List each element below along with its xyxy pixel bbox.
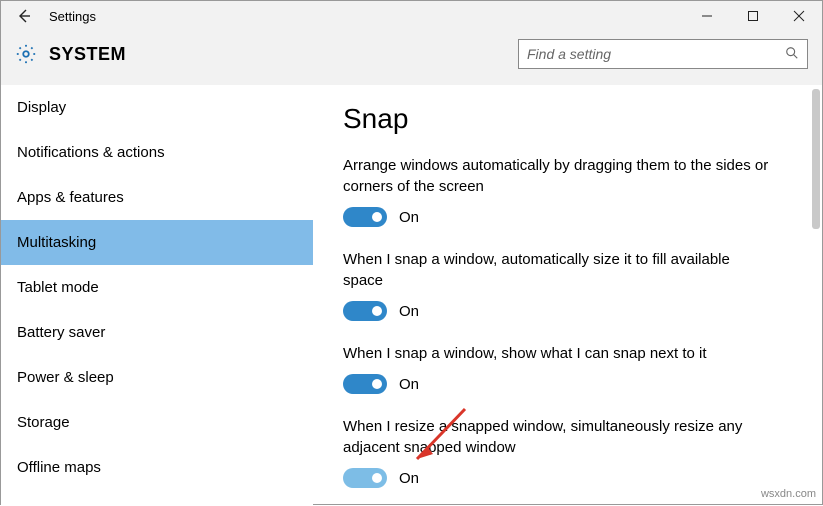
page-title: SYSTEM bbox=[49, 44, 126, 65]
search-icon bbox=[785, 46, 799, 63]
sidebar-item-display[interactable]: Display bbox=[1, 85, 313, 130]
option-row: When I snap a window, automatically size… bbox=[343, 249, 792, 321]
window-title: Settings bbox=[49, 9, 96, 24]
toggle-switch[interactable] bbox=[343, 468, 387, 488]
option-row: Arrange windows automatically by draggin… bbox=[343, 155, 792, 227]
option-label: When I snap a window, show what I can sn… bbox=[343, 343, 773, 364]
title-bar: Settings bbox=[1, 1, 822, 31]
sidebar: Display Notifications & actions Apps & f… bbox=[1, 85, 313, 506]
option-row: When I snap a window, show what I can sn… bbox=[343, 343, 792, 394]
search-placeholder: Find a setting bbox=[527, 46, 611, 62]
maximize-button[interactable] bbox=[730, 1, 776, 31]
sidebar-item-label: Battery saver bbox=[17, 324, 105, 341]
section-heading-snap: Snap bbox=[343, 103, 792, 135]
option-label: Arrange windows automatically by draggin… bbox=[343, 155, 773, 197]
toggle-switch[interactable] bbox=[343, 374, 387, 394]
sidebar-item-power[interactable]: Power & sleep bbox=[1, 355, 313, 400]
sidebar-item-label: Notifications & actions bbox=[17, 144, 165, 161]
sidebar-item-apps[interactable]: Apps & features bbox=[1, 175, 313, 220]
window-buttons bbox=[684, 1, 822, 31]
sidebar-item-storage[interactable]: Storage bbox=[1, 400, 313, 445]
sidebar-item-label: Power & sleep bbox=[17, 369, 114, 386]
sidebar-item-multitasking[interactable]: Multitasking bbox=[1, 220, 313, 265]
sidebar-item-label: Tablet mode bbox=[17, 279, 99, 296]
sidebar-item-label: Storage bbox=[17, 414, 70, 431]
sidebar-item-notifications[interactable]: Notifications & actions bbox=[1, 130, 313, 175]
scrollbar-thumb[interactable] bbox=[812, 89, 820, 229]
toggle-switch[interactable] bbox=[343, 207, 387, 227]
toggle-state-label: On bbox=[399, 209, 419, 226]
sidebar-item-label: Apps & features bbox=[17, 189, 124, 206]
sidebar-item-label: Multitasking bbox=[17, 234, 96, 251]
sidebar-item-label: Display bbox=[17, 99, 66, 116]
sidebar-item-battery[interactable]: Battery saver bbox=[1, 310, 313, 355]
content-pane: Snap Arrange windows automatically by dr… bbox=[313, 85, 822, 506]
back-button[interactable] bbox=[9, 1, 39, 31]
option-row: When I resize a snapped window, simultan… bbox=[343, 416, 792, 488]
search-input[interactable]: Find a setting bbox=[518, 39, 808, 69]
gear-icon bbox=[15, 43, 37, 65]
option-label: When I snap a window, automatically size… bbox=[343, 249, 773, 291]
toggle-state-label: On bbox=[399, 470, 419, 487]
sidebar-item-tablet[interactable]: Tablet mode bbox=[1, 265, 313, 310]
minimize-button[interactable] bbox=[684, 1, 730, 31]
toggle-state-label: On bbox=[399, 376, 419, 393]
toggle-switch[interactable] bbox=[343, 301, 387, 321]
toggle-state-label: On bbox=[399, 303, 419, 320]
close-button[interactable] bbox=[776, 1, 822, 31]
watermark: wsxdn.com bbox=[761, 488, 816, 500]
sidebar-item-label: Offline maps bbox=[17, 459, 101, 476]
sidebar-item-offline-maps[interactable]: Offline maps bbox=[1, 445, 313, 490]
header-bar: SYSTEM Find a setting bbox=[1, 31, 822, 85]
option-label: When I resize a snapped window, simultan… bbox=[343, 416, 773, 458]
